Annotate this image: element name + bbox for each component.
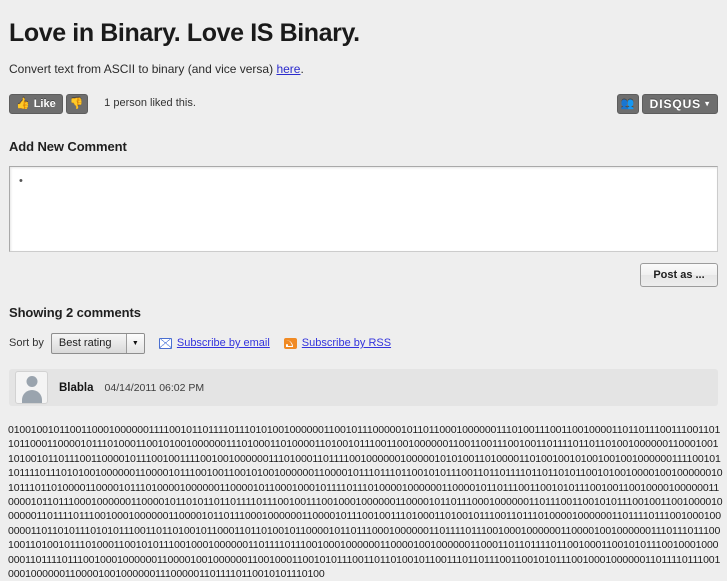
comment-header: Blabla 04/14/2011 06:02 PM [9,369,718,406]
default-avatar-icon[interactable] [15,371,48,404]
disqus-comment-page: Love in Binary. Love IS Binary. Convert … [0,0,727,580]
users-icon: 👥 [620,97,635,110]
sort-by-select[interactable]: Best rating ▼ [50,332,145,354]
showing-comments-heading: Showing 2 comments [9,305,141,320]
subscribe-by-rss-link[interactable]: Subscribe by RSS [283,337,392,349]
page-title: Love in Binary. Love IS Binary. [9,19,360,47]
avatar-body-shape [21,390,42,403]
like-count-text: 1 person liked this. [104,97,196,109]
add-comment-heading: Add New Comment [9,139,127,154]
subscribe-by-rss-label: Subscribe by RSS [301,337,392,349]
comment-textarea[interactable]: • [9,166,718,252]
disqus-brand: 👥 DISQUS ▾ [616,94,718,114]
sort-by-value: Best rating [58,337,112,349]
disqus-account-button[interactable]: 👥 [616,94,639,114]
disqus-logo-button[interactable]: DISQUS ▾ [641,94,718,114]
disqus-logo-label: DISQUS [649,97,702,111]
chevron-down-icon: ▾ [705,98,710,108]
comment-textarea-value: • [19,175,23,187]
composer-actions: Post as ... [9,263,718,287]
avatar-head-shape [26,376,37,387]
post-as-button[interactable]: Post as ... [640,263,718,287]
disqus-toolbar: 👍 Like 👎 1 person liked this. 👥 DISQUS ▾ [9,94,718,116]
rss-icon [283,337,297,349]
like-button-group: 👍 Like 👎 [9,94,88,114]
thumbs-up-icon: 👍 [16,97,30,110]
here-link[interactable]: here [276,62,300,76]
thumbs-down-icon: 👎 [69,97,84,110]
comment-body: 0100100101100110001000000111100101101111… [8,424,723,581]
intro-text-after: . [300,62,304,76]
comment-author[interactable]: Blabla [59,382,94,394]
mail-icon [158,337,172,349]
like-button-label: Like [33,98,56,110]
sort-bar: Sort by Best rating ▼ Subscribe by email… [9,332,718,354]
sort-by-label: Sort by [9,337,44,349]
like-button[interactable]: 👍 Like [9,94,63,114]
intro-paragraph: Convert text from ASCII to binary (and v… [9,48,718,77]
chevron-down-icon: ▼ [125,333,144,353]
dislike-button[interactable]: 👎 [65,94,88,114]
subscribe-by-email-label: Subscribe by email [176,337,270,349]
subscribe-by-email-link[interactable]: Subscribe by email [158,337,270,349]
comment-item: Blabla 04/14/2011 06:02 PM 0100100101100… [8,369,723,581]
comment-timestamp: 04/14/2011 06:02 PM [104,381,205,394]
intro-text-before: Convert text from ASCII to binary (and v… [9,62,277,76]
